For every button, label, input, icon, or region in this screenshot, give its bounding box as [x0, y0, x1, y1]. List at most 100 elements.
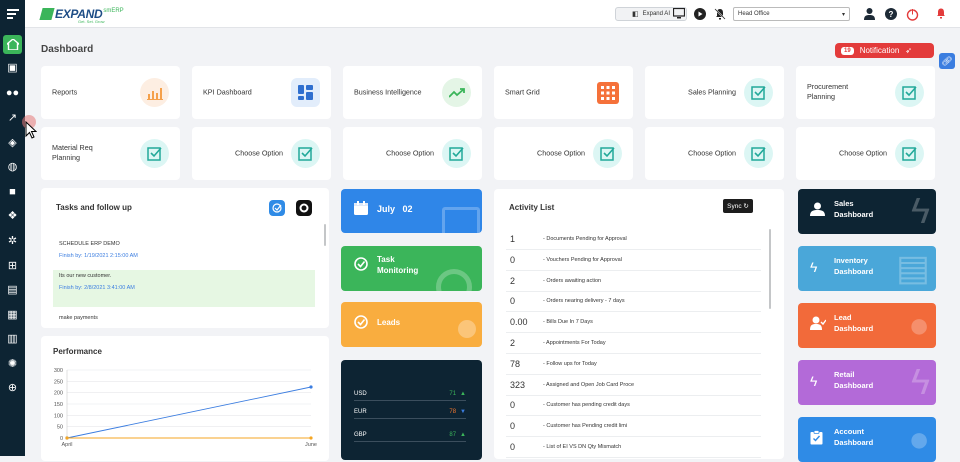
leads-card[interactable]: Leads	[341, 302, 482, 347]
tile-smart-grid[interactable]: Smart Grid	[494, 66, 633, 119]
logo-tagline: Get. Set. Grow	[78, 19, 105, 24]
monitor-icon[interactable]	[672, 7, 686, 20]
tile-choose-option[interactable]: Choose Option	[494, 127, 633, 180]
tile-business-intelligence[interactable]: Business Intelligence	[343, 66, 482, 119]
tile-kpi-dashboard[interactable]: KPI Dashboard	[192, 66, 331, 119]
data-point	[65, 436, 69, 440]
users-icon[interactable]: ●●	[3, 84, 22, 103]
add-task-icon[interactable]	[269, 200, 285, 216]
boxes-icon[interactable]: ❖	[3, 207, 22, 226]
table-icon[interactable]: ▦	[3, 306, 22, 325]
briefcase-icon[interactable]: ▣	[3, 59, 22, 78]
chart-hand-icon[interactable]: ↗	[3, 109, 22, 128]
activity-label: - Customer has pending credit days	[543, 402, 630, 409]
tile-choose-option[interactable]: Choose Option	[343, 127, 482, 180]
activity-label: - Documents Pending for Approval	[543, 236, 627, 242]
activity-count: 0	[510, 442, 516, 452]
id-card-icon[interactable]: ▤	[3, 281, 22, 300]
date-label: July 02	[377, 204, 413, 214]
activity-row[interactable]: 0 - Orders nearing delivery - 7 days	[506, 291, 761, 313]
inventory-dashboard-card[interactable]: ϟ Inventory Dashboard ▤	[798, 246, 936, 291]
svg-text:?: ?	[889, 10, 894, 19]
retail-dashboard-card[interactable]: ϟ Retail Dashboard ϟ	[798, 360, 936, 405]
task-item[interactable]: Its our new customer. Finish by: 2/8/202…	[53, 270, 315, 307]
notification-bell-icon[interactable]	[935, 8, 947, 20]
calendar-watermark-icon	[442, 207, 480, 233]
tile-procurement-planning[interactable]: Procurement Planning	[796, 66, 935, 119]
account-dashboard-card[interactable]: Account Dashboard ●	[798, 417, 936, 462]
user-watermark-icon: ●	[908, 418, 930, 459]
activity-row[interactable]: 0 - Vouchers Pending for Approval	[506, 250, 761, 271]
cursor-icon	[22, 115, 38, 143]
notification-button[interactable]: 19 Notification ➶	[835, 43, 934, 58]
play-circle-icon[interactable]	[694, 8, 706, 20]
activity-label: - List of EI VS DN Qty Mismatch	[543, 444, 622, 450]
scrollbar[interactable]	[324, 224, 326, 246]
activity-row[interactable]: 0 - List of EI VS DN Qty Mismatch	[506, 437, 761, 458]
book-icon[interactable]: ▥	[3, 330, 22, 349]
check-square-icon	[593, 139, 622, 168]
series-line	[66, 386, 312, 439]
sitemap-icon[interactable]: ⊞	[3, 257, 22, 276]
tile-choose-option[interactable]: Choose Option	[192, 127, 331, 180]
activity-label: - Orders awaiting action	[543, 277, 602, 284]
whatsapp-icon[interactable]	[296, 200, 312, 216]
activity-row[interactable]: 78 - Follow ups for Today	[506, 354, 761, 375]
gears-icon[interactable]: ✲	[3, 232, 22, 251]
activity-label: - Orders nearing delivery - 7 days	[543, 298, 625, 305]
activity-row[interactable]: 0.00 - Bills Due In 7 Days	[506, 312, 761, 334]
tile-choose-option[interactable]: Choose Option	[645, 127, 784, 180]
arrow-up-icon: ▲	[460, 431, 466, 438]
link-icon[interactable]: 🔗︎	[939, 53, 955, 69]
x-tick-label: June	[305, 442, 317, 448]
data-point	[309, 385, 313, 389]
tile-choose-option[interactable]: Choose Option	[796, 127, 935, 180]
trend-icon	[442, 78, 471, 107]
sales-dashboard-card[interactable]: Sales Dashboard ϟ	[798, 189, 936, 234]
task-item[interactable]: make payments	[53, 312, 315, 324]
currency-row: GBP 87 ▲	[354, 428, 466, 442]
home-icon[interactable]	[3, 35, 22, 54]
bag-icon[interactable]: ■	[3, 183, 22, 202]
activity-title: Activity List	[509, 203, 555, 212]
activity-count: 0	[510, 296, 516, 307]
activity-count: 2	[510, 338, 516, 348]
add-icon[interactable]: ⊕	[3, 379, 22, 398]
handshake-icon[interactable]: ◈	[3, 134, 22, 153]
activity-row[interactable]: 2 - Appointments For Today	[506, 333, 761, 354]
check-square-icon	[895, 139, 924, 168]
lead-dashboard-card[interactable]: Lead Dashboard ●	[798, 303, 936, 348]
tile-sales-planning[interactable]: Sales Planning	[645, 66, 784, 119]
tile-reports[interactable]: Reports	[41, 66, 180, 119]
activity-row[interactable]: 2 - Orders awaiting action	[506, 271, 761, 292]
currency-card: USD 71 ▲ EUR 78 ▼ GBP 87 ▲	[341, 360, 482, 460]
clipboard-check-icon	[810, 430, 823, 448]
help-icon[interactable]: ?	[885, 8, 897, 20]
date-card[interactable]: July 02	[341, 189, 482, 233]
activity-row[interactable]: 1 - Documents Pending for Approval	[506, 229, 761, 250]
performance-panel: Performance 0 50 100 150 200 250 300 April June	[41, 336, 329, 461]
bell-off-icon[interactable]	[714, 8, 726, 20]
scrollbar[interactable]	[769, 229, 771, 309]
clipboard-watermark-icon: ▤	[895, 247, 930, 288]
activity-label: - Bills Due In 7 Days	[543, 319, 593, 326]
user-watermark-icon: ●	[908, 304, 930, 345]
calendar-icon	[354, 201, 368, 218]
branch-select[interactable]: Head Office ▾	[733, 7, 850, 21]
activity-count: 0.00	[510, 317, 528, 328]
menu-icon[interactable]	[3, 4, 22, 23]
settings-icon[interactable]: ✺	[3, 355, 22, 374]
ai-icon: ◧	[632, 11, 639, 18]
power-icon[interactable]	[906, 8, 919, 21]
globe-icon[interactable]: ◍	[3, 158, 22, 177]
activity-row[interactable]: 323 - Assigned and Open Job Card Proce	[506, 375, 761, 396]
check-square-icon	[140, 139, 169, 168]
task-item[interactable]: SCHEDULE ERP DEMO Finish by: 1/19/2021 2…	[53, 238, 315, 262]
tile-material-req-planning[interactable]: Material Req Planning	[41, 127, 180, 180]
activity-row[interactable]: 0 - Customer has Pending credit limi	[506, 416, 761, 438]
user-icon[interactable]	[863, 8, 875, 20]
sync-button[interactable]: Sync ↻	[723, 199, 753, 213]
activity-row[interactable]: 0 - Customer has pending credit days	[506, 395, 761, 417]
tasks-title: Tasks and follow up	[56, 203, 132, 212]
task-monitoring-card[interactable]: Task Monitoring	[341, 246, 482, 291]
